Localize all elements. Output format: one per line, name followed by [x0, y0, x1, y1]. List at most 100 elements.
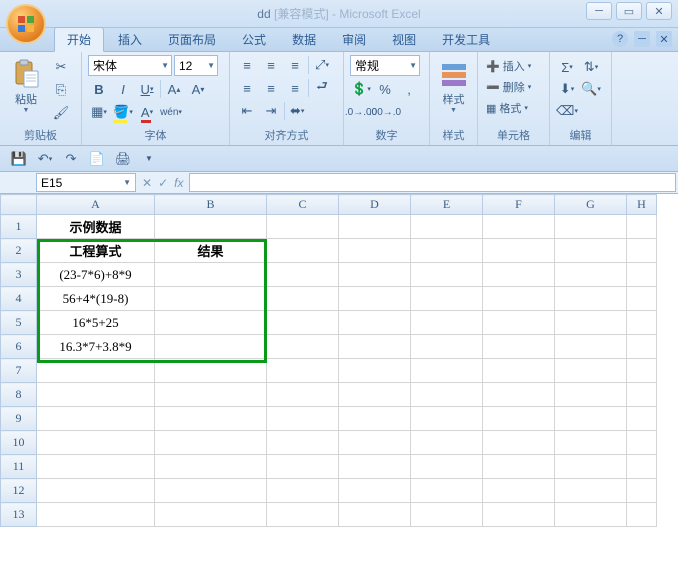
cell[interactable] — [155, 431, 267, 455]
cell[interactable] — [339, 239, 411, 263]
cell[interactable] — [37, 359, 155, 383]
merge-center-button[interactable]: ⬌▾ — [287, 101, 307, 121]
cell[interactable] — [555, 479, 627, 503]
cell[interactable] — [555, 455, 627, 479]
cell[interactable] — [483, 287, 555, 311]
cell[interactable]: 56+4*(19-8) — [37, 287, 155, 311]
row-header[interactable]: 4 — [1, 287, 37, 311]
delete-cells-button[interactable]: ➖删除▾ — [484, 78, 543, 96]
cell[interactable] — [339, 383, 411, 407]
shrink-font-button[interactable]: A▾ — [187, 79, 209, 99]
col-header-B[interactable]: B — [155, 195, 267, 215]
cancel-formula-icon[interactable]: ✕ — [142, 176, 152, 190]
cell[interactable] — [555, 215, 627, 239]
row-header[interactable]: 9 — [1, 407, 37, 431]
cell[interactable] — [483, 239, 555, 263]
font-size-combo[interactable]: 12▼ — [174, 55, 218, 76]
row-header[interactable]: 7 — [1, 359, 37, 383]
new-button[interactable]: 📄 — [86, 149, 108, 169]
tab-developer[interactable]: 开发工具 — [430, 28, 502, 51]
cell[interactable] — [411, 215, 483, 239]
cell[interactable] — [411, 311, 483, 335]
tab-insert[interactable]: 插入 — [106, 28, 154, 51]
cell[interactable] — [37, 503, 155, 527]
cell[interactable] — [339, 479, 411, 503]
comma-button[interactable]: , — [398, 79, 420, 99]
phonetic-button[interactable]: wén▾ — [160, 102, 182, 122]
align-right-button[interactable]: ≡ — [284, 78, 306, 98]
worksheet-grid[interactable]: A B C D E F G H 1示例数据 2工程算式结果 3(23-7*6)+… — [0, 194, 678, 583]
cell[interactable] — [627, 479, 657, 503]
cell[interactable] — [627, 503, 657, 527]
row-header[interactable]: 2 — [1, 239, 37, 263]
cell[interactable] — [411, 455, 483, 479]
row-header[interactable]: 6 — [1, 335, 37, 359]
cell[interactable] — [483, 311, 555, 335]
cell[interactable] — [555, 407, 627, 431]
format-painter-button[interactable]: 🖌 — [50, 103, 72, 123]
cell[interactable] — [339, 263, 411, 287]
tab-layout[interactable]: 页面布局 — [156, 28, 228, 51]
cell[interactable] — [155, 455, 267, 479]
fill-color-button[interactable]: 🪣▾ — [112, 102, 134, 122]
tab-data[interactable]: 数据 — [280, 28, 328, 51]
cell[interactable] — [267, 287, 339, 311]
sort-filter-button[interactable]: ⇅▾ — [580, 57, 602, 77]
col-header-G[interactable]: G — [555, 195, 627, 215]
cell[interactable] — [155, 263, 267, 287]
cell[interactable] — [155, 215, 267, 239]
borders-button[interactable]: ▦▾ — [88, 102, 110, 122]
cell[interactable] — [411, 383, 483, 407]
find-select-button[interactable]: 🔍▾ — [580, 79, 602, 99]
cell[interactable] — [483, 215, 555, 239]
cell[interactable] — [411, 239, 483, 263]
col-header-D[interactable]: D — [339, 195, 411, 215]
tab-view[interactable]: 视图 — [380, 28, 428, 51]
enter-formula-icon[interactable]: ✓ — [158, 176, 168, 190]
help-icon[interactable]: ? — [612, 31, 628, 47]
copy-button[interactable]: ⎘ — [50, 80, 72, 100]
close-button[interactable]: ✕ — [646, 2, 672, 20]
align-middle-button[interactable]: ≡ — [260, 55, 282, 75]
cell[interactable] — [627, 311, 657, 335]
chevron-down-icon[interactable]: ▼ — [409, 61, 417, 70]
cell[interactable] — [483, 455, 555, 479]
cell[interactable] — [155, 311, 267, 335]
format-cells-button[interactable]: ▦格式▾ — [484, 99, 543, 117]
col-header-F[interactable]: F — [483, 195, 555, 215]
qat-customize-icon[interactable]: ▼ — [138, 149, 160, 169]
cell[interactable] — [555, 359, 627, 383]
cell[interactable] — [555, 503, 627, 527]
cell[interactable] — [339, 431, 411, 455]
cell[interactable]: 16*5+25 — [37, 311, 155, 335]
cut-button[interactable]: ✂ — [50, 57, 72, 77]
cell[interactable] — [411, 479, 483, 503]
font-color-button[interactable]: A▾ — [136, 102, 158, 122]
cell[interactable] — [627, 335, 657, 359]
cell[interactable] — [267, 263, 339, 287]
cell[interactable] — [555, 335, 627, 359]
cell[interactable] — [267, 335, 339, 359]
cell[interactable] — [411, 359, 483, 383]
minimize-button[interactable]: ─ — [586, 2, 612, 20]
cell[interactable] — [37, 383, 155, 407]
decrease-decimal-button[interactable]: .00→.0 — [374, 102, 396, 122]
cell[interactable] — [627, 263, 657, 287]
cell[interactable] — [37, 455, 155, 479]
name-box[interactable]: E15▼ — [36, 173, 136, 192]
cell[interactable] — [267, 503, 339, 527]
cell[interactable] — [155, 359, 267, 383]
cell[interactable] — [627, 383, 657, 407]
cell[interactable] — [555, 239, 627, 263]
cell[interactable] — [267, 239, 339, 263]
cell[interactable] — [627, 215, 657, 239]
chevron-down-icon[interactable]: ▼ — [123, 178, 131, 187]
redo-button[interactable]: ↷ — [60, 149, 82, 169]
cell[interactable] — [411, 287, 483, 311]
cell[interactable] — [267, 215, 339, 239]
office-button[interactable] — [6, 4, 46, 44]
cell[interactable] — [483, 383, 555, 407]
chevron-down-icon[interactable]: ▼ — [161, 61, 169, 70]
tab-formulas[interactable]: 公式 — [230, 28, 278, 51]
row-header[interactable]: 12 — [1, 479, 37, 503]
